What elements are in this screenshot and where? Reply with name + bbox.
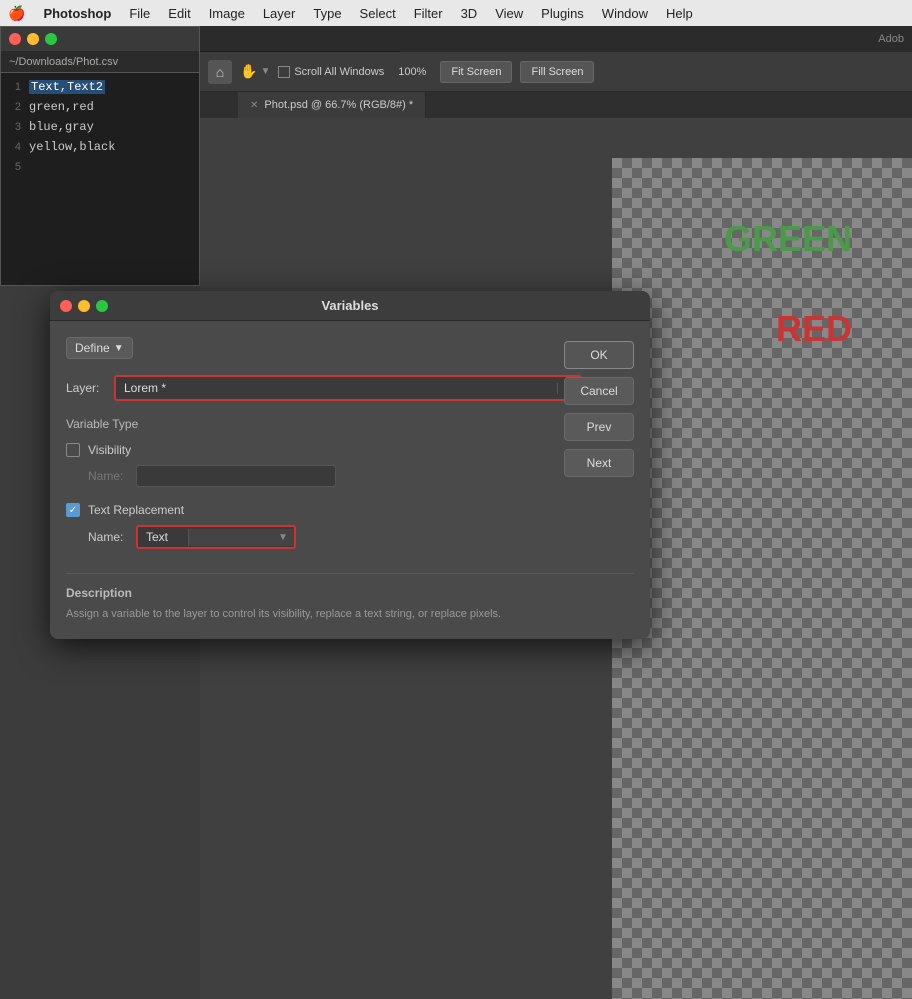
- canvas-checkerboard: [612, 158, 912, 999]
- zoom-display: 100%: [392, 66, 432, 78]
- visibility-checkbox[interactable]: [66, 443, 80, 457]
- dialog-buttons: OK Cancel Prev Next: [564, 341, 634, 477]
- dialog-body: Define ▼ Layer: Lorem * ▼ ◀ ▶ Variable T…: [50, 321, 650, 639]
- menu-help[interactable]: Help: [666, 6, 693, 21]
- menu-edit[interactable]: Edit: [168, 6, 190, 21]
- visibility-label: Visibility: [88, 443, 131, 457]
- editor-row-5: 5: [1, 157, 199, 177]
- text-editor-path: ~/Downloads/Phot.csv: [1, 51, 199, 73]
- prev-button[interactable]: Prev: [564, 413, 634, 441]
- home-button[interactable]: ⌂: [208, 60, 232, 84]
- dialog-fullscreen-btn[interactable]: [96, 300, 108, 312]
- name-value-select-dropdown[interactable]: ▼: [188, 529, 294, 546]
- apple-logo-icon[interactable]: 🍎: [8, 5, 25, 22]
- menu-photoshop[interactable]: Photoshop: [43, 6, 111, 21]
- dialog-close-btn[interactable]: [60, 300, 72, 312]
- traffic-light-minimize[interactable]: [27, 33, 39, 45]
- menu-window[interactable]: Window: [602, 6, 648, 21]
- text-replacement-row: Text Replacement: [66, 503, 534, 517]
- name-value-input[interactable]: Text: [138, 527, 188, 547]
- name-value-row: Name: Text ▼: [88, 525, 534, 549]
- menu-select[interactable]: Select: [360, 6, 396, 21]
- editor-row-4: 4 yellow,black: [1, 137, 199, 157]
- menu-3d[interactable]: 3D: [461, 6, 478, 21]
- name-label-disabled: Name:: [88, 469, 128, 483]
- line-number: 3: [1, 121, 29, 133]
- photoshop-app: ~/Downloads/Phot.csv 1 Text,Text2 2 gree…: [0, 26, 912, 999]
- canvas-red-text: RED: [776, 308, 852, 350]
- dialog-titlebar: Variables: [50, 291, 650, 321]
- menu-plugins[interactable]: Plugins: [541, 6, 584, 21]
- scroll-all-windows-checkbox[interactable]: [278, 66, 290, 78]
- ps-top-toolbar: Adob: [200, 26, 912, 52]
- hand-tool[interactable]: ✋ ▼: [240, 63, 270, 80]
- menu-filter[interactable]: Filter: [414, 6, 443, 21]
- define-label: Define: [75, 341, 110, 355]
- editor-row-3: 3 blue,gray: [1, 117, 199, 137]
- define-dropdown-chevron-icon: ▼: [114, 343, 124, 354]
- editor-row-1: 1 Text,Text2: [1, 77, 199, 97]
- line-text: green,red: [29, 100, 94, 114]
- variables-dialog: Variables Define ▼ Layer: Lorem * ▼ ◀ ▶: [50, 291, 650, 639]
- menu-file[interactable]: File: [129, 6, 150, 21]
- fill-screen-button[interactable]: Fill Screen: [520, 61, 594, 83]
- scroll-all-windows-control[interactable]: Scroll All Windows: [278, 66, 384, 78]
- description-text: Assign a variable to the layer to contro…: [66, 606, 634, 623]
- dialog-title: Variables: [321, 298, 378, 313]
- hand-tool-chevron: ▼: [260, 66, 270, 77]
- ps-secondary-toolbar: ⌂ ✋ ▼ Scroll All Windows 100% Fit Screen…: [200, 52, 912, 92]
- name-value-label: Name:: [88, 530, 128, 544]
- text-editor-content: 1 Text,Text2 2 green,red 3 blue,gray 4 y…: [1, 73, 199, 285]
- line-text: Text,Text2: [29, 80, 105, 94]
- adobe-label: Adob: [878, 33, 904, 45]
- layer-select-container[interactable]: Lorem * ▼: [114, 375, 582, 401]
- menu-image[interactable]: Image: [209, 6, 245, 21]
- name-value-container[interactable]: Text ▼: [136, 525, 296, 549]
- name-value-select-arrow-icon: ▼: [278, 532, 288, 543]
- text-editor-window: ~/Downloads/Phot.csv 1 Text,Text2 2 gree…: [0, 26, 200, 286]
- text-replacement-label: Text Replacement: [88, 503, 184, 517]
- ok-button[interactable]: OK: [564, 341, 634, 369]
- define-row: Define ▼: [66, 337, 634, 359]
- cancel-button[interactable]: Cancel: [564, 377, 634, 405]
- line-number: 1: [1, 81, 29, 93]
- canvas-green-text: GREEN: [724, 218, 852, 260]
- text-replacement-checkbox[interactable]: [66, 503, 80, 517]
- next-button[interactable]: Next: [564, 449, 634, 477]
- name-input-disabled: [136, 465, 336, 487]
- line-number: 2: [1, 101, 29, 113]
- line-number: 5: [1, 161, 29, 173]
- layer-row: Layer: Lorem * ▼ ◀ ▶: [66, 375, 634, 401]
- dialog-minimize-btn[interactable]: [78, 300, 90, 312]
- line-text: blue,gray: [29, 120, 94, 134]
- layer-select-value: Lorem *: [116, 377, 557, 399]
- traffic-light-close[interactable]: [9, 33, 21, 45]
- layer-label: Layer:: [66, 381, 106, 395]
- description-section: Description Assign a variable to the lay…: [66, 573, 634, 623]
- define-dropdown[interactable]: Define ▼: [66, 337, 133, 359]
- fit-screen-button[interactable]: Fit Screen: [440, 61, 512, 83]
- close-tab-icon[interactable]: ✕: [250, 100, 258, 111]
- description-title: Description: [66, 586, 634, 600]
- menu-bar: 🍎 Photoshop File Edit Image Layer Type S…: [0, 0, 912, 26]
- editor-row-2: 2 green,red: [1, 97, 199, 117]
- visibility-row: Visibility: [66, 443, 534, 457]
- menu-type[interactable]: Type: [313, 6, 341, 21]
- menu-layer[interactable]: Layer: [263, 6, 296, 21]
- line-text: yellow,black: [29, 140, 115, 154]
- name-row-disabled: Name:: [88, 465, 534, 487]
- dialog-traffic-lights: [60, 300, 108, 312]
- menu-view[interactable]: View: [495, 6, 523, 21]
- ps-document-tab[interactable]: ✕ Phot.psd @ 66.7% (RGB/8#) *: [238, 92, 426, 118]
- ps-tab-bar: ✕ Phot.psd @ 66.7% (RGB/8#) *: [200, 92, 912, 118]
- variable-type-label: Variable Type: [66, 417, 534, 431]
- text-editor-titlebar: [1, 27, 199, 51]
- tab-label: Phot.psd @ 66.7% (RGB/8#) *: [264, 99, 413, 111]
- scroll-all-windows-label: Scroll All Windows: [294, 66, 384, 78]
- hand-icon: ✋: [240, 63, 257, 80]
- line-number: 4: [1, 141, 29, 153]
- traffic-light-fullscreen[interactable]: [45, 33, 57, 45]
